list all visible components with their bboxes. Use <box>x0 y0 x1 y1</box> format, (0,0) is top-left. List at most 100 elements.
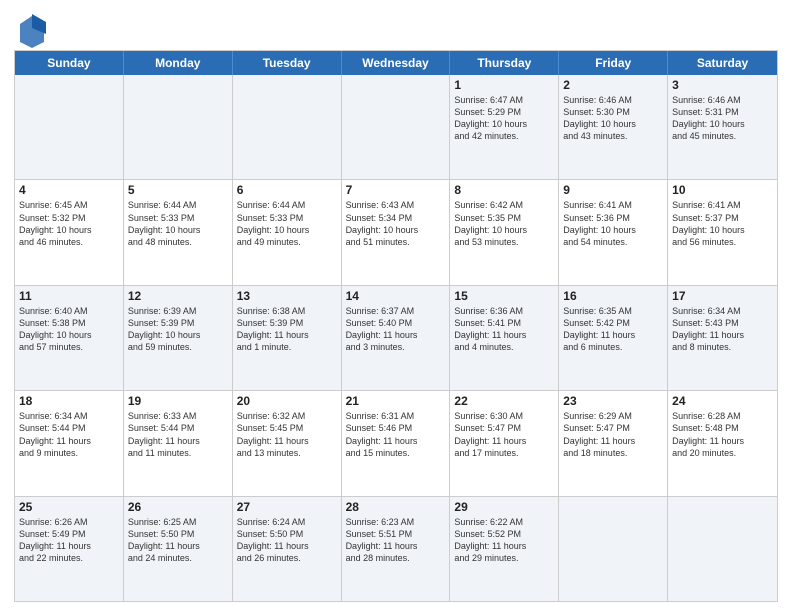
calendar-header: SundayMondayTuesdayWednesdayThursdayFrid… <box>15 51 777 75</box>
day-info: Sunrise: 6:29 AM Sunset: 5:47 PM Dayligh… <box>563 410 663 459</box>
day-number: 15 <box>454 289 554 303</box>
weekday-header: Sunday <box>15 51 124 75</box>
calendar-cell: 19 Sunrise: 6:33 AM Sunset: 5:44 PM Dayli… <box>124 391 233 495</box>
day-number: 6 <box>237 183 337 197</box>
day-info: Sunrise: 6:28 AM Sunset: 5:48 PM Dayligh… <box>672 410 773 459</box>
day-info: Sunrise: 6:35 AM Sunset: 5:42 PM Dayligh… <box>563 305 663 354</box>
calendar-cell: 15 Sunrise: 6:36 AM Sunset: 5:41 PM Dayli… <box>450 286 559 390</box>
calendar-row: 11 Sunrise: 6:40 AM Sunset: 5:38 PM Dayli… <box>15 285 777 390</box>
day-number: 24 <box>672 394 773 408</box>
calendar-cell: 10 Sunrise: 6:41 AM Sunset: 5:37 PM Dayli… <box>668 180 777 284</box>
calendar-row: 25 Sunrise: 6:26 AM Sunset: 5:49 PM Dayli… <box>15 496 777 601</box>
day-number: 3 <box>672 78 773 92</box>
day-info: Sunrise: 6:24 AM Sunset: 5:50 PM Dayligh… <box>237 516 337 565</box>
day-number: 19 <box>128 394 228 408</box>
calendar-cell: 11 Sunrise: 6:40 AM Sunset: 5:38 PM Dayli… <box>15 286 124 390</box>
day-number: 26 <box>128 500 228 514</box>
day-number: 12 <box>128 289 228 303</box>
day-number: 21 <box>346 394 446 408</box>
calendar-cell <box>15 75 124 179</box>
calendar-cell: 1 Sunrise: 6:47 AM Sunset: 5:29 PM Daylig… <box>450 75 559 179</box>
day-number: 4 <box>19 183 119 197</box>
day-info: Sunrise: 6:34 AM Sunset: 5:43 PM Dayligh… <box>672 305 773 354</box>
calendar-cell: 14Sunrise: 6:37 AM Sunset: 5:40 PM Dayli… <box>342 286 451 390</box>
day-number: 7 <box>346 183 446 197</box>
calendar-cell: 8 Sunrise: 6:42 AM Sunset: 5:35 PM Daylig… <box>450 180 559 284</box>
calendar-cell: 6 Sunrise: 6:44 AM Sunset: 5:33 PM Daylig… <box>233 180 342 284</box>
day-info: Sunrise: 6:23 AM Sunset: 5:51 PM Dayligh… <box>346 516 446 565</box>
calendar-row: 18Sunrise: 6:34 AM Sunset: 5:44 PM Dayli… <box>15 390 777 495</box>
day-number: 16 <box>563 289 663 303</box>
day-info: Sunrise: 6:46 AM Sunset: 5:31 PM Dayligh… <box>672 94 773 143</box>
weekday-header: Wednesday <box>342 51 451 75</box>
calendar-cell <box>342 75 451 179</box>
calendar-cell: 7 Sunrise: 6:43 AM Sunset: 5:34 PM Daylig… <box>342 180 451 284</box>
day-info: Sunrise: 6:36 AM Sunset: 5:41 PM Dayligh… <box>454 305 554 354</box>
day-info: Sunrise: 6:40 AM Sunset: 5:38 PM Dayligh… <box>19 305 119 354</box>
day-number: 11 <box>19 289 119 303</box>
day-info: Sunrise: 6:30 AM Sunset: 5:47 PM Dayligh… <box>454 410 554 459</box>
day-number: 9 <box>563 183 663 197</box>
day-info: Sunrise: 6:39 AM Sunset: 5:39 PM Dayligh… <box>128 305 228 354</box>
day-info: Sunrise: 6:41 AM Sunset: 5:36 PM Dayligh… <box>563 199 663 248</box>
weekday-header: Monday <box>124 51 233 75</box>
calendar-cell: 25 Sunrise: 6:26 AM Sunset: 5:49 PM Dayli… <box>15 497 124 601</box>
day-info: Sunrise: 6:46 AM Sunset: 5:30 PM Dayligh… <box>563 94 663 143</box>
day-number: 18 <box>19 394 119 408</box>
header <box>14 10 778 44</box>
calendar-cell: 27 Sunrise: 6:24 AM Sunset: 5:50 PM Dayli… <box>233 497 342 601</box>
calendar-cell: 16 Sunrise: 6:35 AM Sunset: 5:42 PM Dayli… <box>559 286 668 390</box>
weekday-header: Saturday <box>668 51 777 75</box>
weekday-header: Friday <box>559 51 668 75</box>
day-info: Sunrise: 6:41 AM Sunset: 5:37 PM Dayligh… <box>672 199 773 248</box>
day-number: 22 <box>454 394 554 408</box>
day-number: 25 <box>19 500 119 514</box>
day-number: 5 <box>128 183 228 197</box>
day-number: 29 <box>454 500 554 514</box>
day-number: 8 <box>454 183 554 197</box>
day-number: 23 <box>563 394 663 408</box>
calendar-cell <box>233 75 342 179</box>
day-info: Sunrise: 6:45 AM Sunset: 5:32 PM Dayligh… <box>19 199 119 248</box>
calendar-row: 1 Sunrise: 6:47 AM Sunset: 5:29 PM Daylig… <box>15 75 777 179</box>
calendar-cell: 23 Sunrise: 6:29 AM Sunset: 5:47 PM Dayli… <box>559 391 668 495</box>
day-info: Sunrise: 6:44 AM Sunset: 5:33 PM Dayligh… <box>237 199 337 248</box>
calendar-cell <box>668 497 777 601</box>
day-info: Sunrise: 6:26 AM Sunset: 5:49 PM Dayligh… <box>19 516 119 565</box>
calendar-cell: 21 Sunrise: 6:31 AM Sunset: 5:46 PM Dayli… <box>342 391 451 495</box>
calendar-cell: 18Sunrise: 6:34 AM Sunset: 5:44 PM Dayli… <box>15 391 124 495</box>
day-info: Sunrise: 6:47 AM Sunset: 5:29 PM Dayligh… <box>454 94 554 143</box>
calendar: SundayMondayTuesdayWednesdayThursdayFrid… <box>14 50 778 602</box>
day-info: Sunrise: 6:43 AM Sunset: 5:34 PM Dayligh… <box>346 199 446 248</box>
day-info: Sunrise: 6:44 AM Sunset: 5:33 PM Dayligh… <box>128 199 228 248</box>
day-info: Sunrise: 6:38 AM Sunset: 5:39 PM Dayligh… <box>237 305 337 354</box>
day-number: 2 <box>563 78 663 92</box>
calendar-cell <box>559 497 668 601</box>
day-number: 13 <box>237 289 337 303</box>
calendar-body: 1 Sunrise: 6:47 AM Sunset: 5:29 PM Daylig… <box>15 75 777 601</box>
calendar-cell: 24 Sunrise: 6:28 AM Sunset: 5:48 PM Dayli… <box>668 391 777 495</box>
day-info: Sunrise: 6:31 AM Sunset: 5:46 PM Dayligh… <box>346 410 446 459</box>
logo <box>14 14 42 44</box>
calendar-cell: 4 Sunrise: 6:45 AM Sunset: 5:32 PM Daylig… <box>15 180 124 284</box>
weekday-header: Tuesday <box>233 51 342 75</box>
day-number: 17 <box>672 289 773 303</box>
page: SundayMondayTuesdayWednesdayThursdayFrid… <box>0 0 792 612</box>
day-info: Sunrise: 6:22 AM Sunset: 5:52 PM Dayligh… <box>454 516 554 565</box>
day-number: 27 <box>237 500 337 514</box>
calendar-row: 4 Sunrise: 6:45 AM Sunset: 5:32 PM Daylig… <box>15 179 777 284</box>
weekday-header: Thursday <box>450 51 559 75</box>
day-number: 10 <box>672 183 773 197</box>
day-info: Sunrise: 6:42 AM Sunset: 5:35 PM Dayligh… <box>454 199 554 248</box>
day-number: 1 <box>454 78 554 92</box>
calendar-cell: 29 Sunrise: 6:22 AM Sunset: 5:52 PM Dayli… <box>450 497 559 601</box>
calendar-cell: 20 Sunrise: 6:32 AM Sunset: 5:45 PM Dayli… <box>233 391 342 495</box>
day-info: Sunrise: 6:33 AM Sunset: 5:44 PM Dayligh… <box>128 410 228 459</box>
calendar-cell: 28Sunrise: 6:23 AM Sunset: 5:51 PM Dayli… <box>342 497 451 601</box>
calendar-cell: 26 Sunrise: 6:25 AM Sunset: 5:50 PM Dayli… <box>124 497 233 601</box>
calendar-cell: 2 Sunrise: 6:46 AM Sunset: 5:30 PM Daylig… <box>559 75 668 179</box>
logo-icon <box>18 14 42 44</box>
day-number: 20 <box>237 394 337 408</box>
day-info: Sunrise: 6:25 AM Sunset: 5:50 PM Dayligh… <box>128 516 228 565</box>
day-info: Sunrise: 6:32 AM Sunset: 5:45 PM Dayligh… <box>237 410 337 459</box>
